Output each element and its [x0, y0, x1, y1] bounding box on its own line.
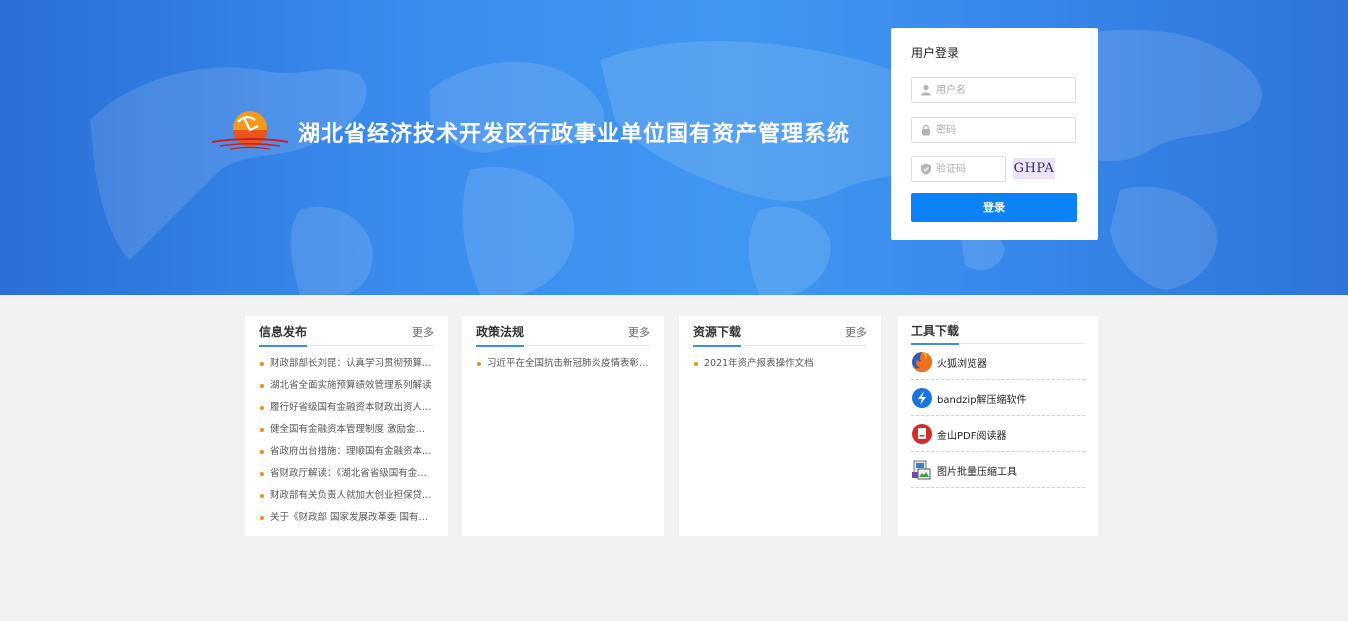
tools-panel-title: 工具下载 [911, 322, 960, 345]
list-item[interactable]: 湖北省全面实施预算绩效管理系列解读 [259, 378, 434, 400]
user-icon [921, 84, 931, 96]
info-panel: 信息发布 更多 财政部部长刘昆：认真学习贯彻预算法实施条例 湖北省全面实施预算绩… [245, 316, 448, 536]
captcha-field [911, 156, 1006, 182]
firefox-icon [912, 352, 932, 372]
list-item[interactable]: 财政部有关负责人就加大创业担保贷款政策 [259, 488, 434, 510]
resources-panel-header: 资源下载 更多 [693, 316, 867, 347]
policy-panel: 政策法规 更多 习近平在全国抗击新冠肺炎疫情表彰大会上的讲话 [462, 316, 664, 536]
tool-label: 金山PDF阅读器 [937, 431, 1007, 442]
username-field [911, 77, 1076, 103]
info-list: 财政部部长刘昆：认真学习贯彻预算法实施条例 湖北省全面实施预算绩效管理系列解读 … [259, 356, 434, 532]
info-panel-header: 信息发布 更多 [259, 316, 434, 347]
resources-list: 2021年资产报表操作文档 [693, 356, 867, 378]
list-item[interactable]: 履行好省级国有金融资本财政出资人职责 [259, 400, 434, 422]
tool-label: 图片批量压缩工具 [937, 467, 1017, 478]
list-item[interactable]: 健全国有金融资本管理制度 激励金融服务 [259, 422, 434, 444]
header-banner: 湖北省经济技术开发区行政事业单位国有资产管理系统 [0, 0, 1348, 295]
policy-list: 习近平在全国抗击新冠肺炎疫情表彰大会上的讲话 [476, 356, 650, 378]
login-title: 用户登录 [911, 46, 960, 60]
tool-item-bandzip[interactable]: bandzip解压缩软件 [911, 380, 1085, 416]
resources-panel-title: 资源下载 [693, 323, 742, 347]
tools-panel: 工具下载 火狐浏览器 bandzip解压缩软件 金山PDF阅读器 图片批量压缩工… [898, 316, 1098, 536]
list-item[interactable]: 省政府出台措施：理顺国有金融资本管理体制 [259, 444, 434, 466]
list-item[interactable]: 习近平在全国抗击新冠肺炎疫情表彰大会上的讲话 [476, 356, 650, 378]
tool-label: bandzip解压缩软件 [937, 395, 1027, 406]
shield-icon [921, 163, 931, 175]
login-button[interactable]: 登录 [911, 193, 1077, 222]
policy-panel-header: 政策法规 更多 [476, 316, 650, 347]
site-logo [211, 111, 289, 150]
tools-panel-header: 工具下载 [911, 316, 1085, 345]
login-panel: 用户登录 GHPA 登录 [891, 28, 1098, 240]
image-compress-icon [912, 460, 931, 480]
list-item[interactable]: 关于《财政部 国家发展改革委 国有资产》 [259, 510, 434, 532]
info-panel-title: 信息发布 [259, 323, 308, 347]
captcha-image[interactable]: GHPA [1013, 158, 1055, 179]
resources-panel: 资源下载 更多 2021年资产报表操作文档 [679, 316, 881, 536]
tool-item-pdf[interactable]: 金山PDF阅读器 [911, 416, 1085, 452]
captcha-input[interactable] [936, 160, 1001, 178]
resources-more-link[interactable]: 更多 [845, 324, 867, 340]
info-more-link[interactable]: 更多 [412, 324, 434, 340]
pdf-reader-icon [912, 424, 932, 444]
tool-item-firefox[interactable]: 火狐浏览器 [911, 344, 1085, 380]
password-field [911, 117, 1076, 143]
system-title: 湖北省经济技术开发区行政事业单位国有资产管理系统 [298, 122, 851, 147]
list-item[interactable]: 财政部部长刘昆：认真学习贯彻预算法实施条例 [259, 356, 434, 378]
username-input[interactable] [936, 81, 1071, 99]
tool-label: 火狐浏览器 [937, 359, 987, 370]
tool-item-image-compress[interactable]: 图片批量压缩工具 [911, 452, 1085, 488]
lock-icon [922, 124, 930, 136]
policy-more-link[interactable]: 更多 [628, 324, 650, 340]
bandizip-icon [912, 388, 932, 408]
list-item[interactable]: 2021年资产报表操作文档 [693, 356, 867, 378]
password-input[interactable] [936, 121, 1071, 139]
list-item[interactable]: 省财政厅解读：《湖北省省级国有金融资本管理》 [259, 466, 434, 488]
policy-panel-title: 政策法规 [476, 323, 525, 347]
